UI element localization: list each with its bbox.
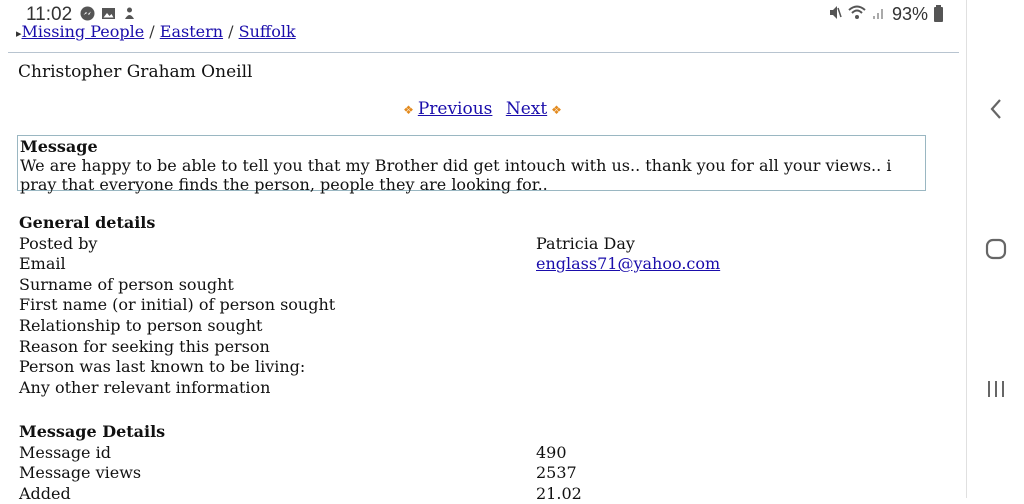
detail-label: Reason for seeking this person (19, 336, 270, 356)
pager: ❖ Previous Next ❖ (0, 99, 965, 119)
previous-link[interactable]: Previous (418, 99, 493, 119)
detail-label: Any other relevant information (19, 377, 271, 397)
battery-icon (934, 5, 944, 22)
status-left-icons (80, 6, 137, 21)
breadcrumb-link-suffolk[interactable]: Suffolk (239, 22, 296, 41)
next-arrow-icon: ❖ (551, 103, 562, 117)
detail-label: Email (19, 254, 66, 274)
general-details-heading: General details (19, 213, 156, 232)
detail-value: 2537 (536, 463, 577, 483)
detail-row: Surname of person sought (19, 275, 949, 296)
email-link[interactable]: englass71@yahoo.com (536, 254, 720, 273)
detail-value: Patricia Day (536, 233, 635, 253)
gallery-icon (101, 6, 116, 21)
detail-row: Reason for seeking this person (19, 337, 949, 358)
recent-apps-button[interactable] (967, 369, 1024, 409)
detail-label: Message views (19, 463, 142, 483)
detail-label: First name (or initial) of person sought (19, 295, 336, 315)
detail-row: First name (or initial) of person sought (19, 295, 949, 316)
breadcrumb-separator: / (149, 22, 155, 41)
signal-icon (872, 5, 886, 24)
detail-label: Posted by (19, 233, 98, 253)
detail-row: Added 21.02 (19, 484, 949, 504)
detail-value: 21.02 (536, 483, 582, 503)
next-link[interactable]: Next (506, 99, 547, 119)
message-heading: Message (20, 137, 98, 156)
detail-label: Message id (19, 442, 111, 462)
message-box: Message We are happy to be able to tell … (17, 135, 926, 194)
breadcrumb-separator: / (228, 22, 234, 41)
detail-row: Email englass71@yahoo.com (19, 254, 949, 275)
mute-icon (828, 5, 842, 24)
home-icon (985, 238, 1007, 260)
home-button[interactable] (967, 229, 1024, 269)
detail-row: Message views 2537 (19, 463, 949, 484)
general-details-section: General details Posted by Patricia Day E… (19, 213, 949, 398)
breadcrumb-link-missing-people[interactable]: Missing People (22, 22, 145, 41)
message-details-heading: Message Details (19, 422, 166, 441)
battery-percent: 93% (892, 4, 929, 24)
detail-row: Message id 490 (19, 443, 949, 464)
breadcrumb: ▸Missing People / Eastern / Suffolk (16, 22, 296, 42)
messenger-icon (80, 6, 95, 21)
back-button[interactable] (967, 89, 1024, 129)
detail-label: Surname of person sought (19, 274, 234, 294)
message-details-section: Message Details Message id 490 Message v… (19, 422, 949, 504)
page-title: Christopher Graham Oneill (18, 62, 253, 82)
system-navigation-bar (966, 0, 1024, 498)
detail-label: Added (19, 483, 71, 503)
status-right: 93% (828, 4, 944, 25)
notification-icon (122, 6, 137, 21)
detail-label: Person was last known to be living: (19, 357, 306, 377)
detail-label: Relationship to person sought (19, 315, 263, 335)
breadcrumb-link-eastern[interactable]: Eastern (160, 22, 223, 41)
detail-row: Relationship to person sought (19, 316, 949, 337)
back-icon (990, 99, 1001, 119)
detail-row: Person was last known to be living: (19, 357, 949, 378)
wifi-icon (848, 5, 866, 24)
detail-value: 490 (536, 442, 567, 462)
detail-row: Any other relevant information (19, 378, 949, 399)
previous-arrow-icon: ❖ (403, 103, 414, 117)
recent-apps-icon (988, 381, 1004, 397)
header-divider (8, 52, 959, 53)
detail-row: Posted by Patricia Day (19, 234, 949, 255)
message-text: We are happy to be able to tell you that… (20, 156, 892, 194)
